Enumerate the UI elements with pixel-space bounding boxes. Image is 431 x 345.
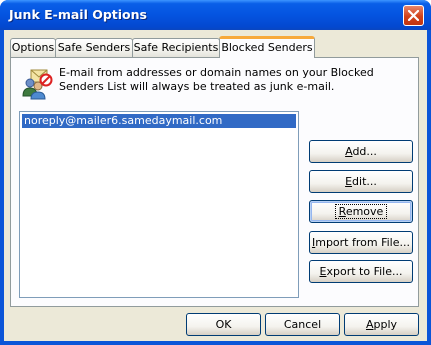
tab-blocked-senders[interactable]: Blocked Senders <box>219 36 315 58</box>
tab-label: Blocked Senders <box>221 41 313 54</box>
button-label: mport from File... <box>315 236 410 249</box>
close-icon <box>408 10 419 21</box>
blocked-senders-panel: E-mail from addresses or domain names on… <box>10 57 419 307</box>
accelerator-key: R <box>338 205 346 218</box>
tab-safe-recipients[interactable]: Safe Recipients <box>132 38 220 57</box>
tab-safe-senders[interactable]: Safe Senders <box>55 38 133 57</box>
dialog-client: Options Safe Senders Safe Recipients Blo… <box>4 30 427 341</box>
edit-button[interactable]: Edit... <box>309 170 413 193</box>
tab-options[interactable]: Options <box>10 38 56 57</box>
remove-button[interactable]: Remove <box>309 200 413 223</box>
add-button[interactable]: Add... <box>309 140 413 163</box>
export-to-file-button[interactable]: Export to File... <box>309 260 413 283</box>
title-bar[interactable]: Junk E-mail Options <box>0 0 431 30</box>
accelerator-key: E <box>345 175 353 188</box>
close-button[interactable] <box>403 5 424 26</box>
apply-button[interactable]: Apply <box>344 313 419 336</box>
tab-label: Options <box>11 41 55 54</box>
button-label: Cancel <box>283 318 322 331</box>
button-label: OK <box>215 318 232 331</box>
blocked-senders-description: E-mail from addresses or domain names on… <box>59 66 374 93</box>
button-label: pply <box>373 318 398 331</box>
accelerator-key: A <box>365 318 374 331</box>
ok-button[interactable]: OK <box>186 313 261 336</box>
button-label: xport to File... <box>326 265 403 278</box>
tab-label: Safe Recipients <box>133 41 219 54</box>
blocked-senders-icon <box>22 69 53 100</box>
import-from-file-button[interactable]: Import from File... <box>309 231 413 254</box>
tab-label: Safe Senders <box>57 41 131 54</box>
list-item[interactable]: noreply@mailer6.samedaymail.com <box>22 114 296 128</box>
button-label: emove <box>345 205 384 218</box>
button-label: dit... <box>352 175 377 188</box>
blocked-senders-list[interactable]: noreply@mailer6.samedaymail.com <box>19 111 299 298</box>
button-label: dd... <box>352 145 377 158</box>
focused-label: Remove <box>334 204 388 219</box>
window-title: Junk E-mail Options <box>9 7 147 22</box>
cancel-button[interactable]: Cancel <box>265 313 340 336</box>
dialog-window: Junk E-mail Options Options Safe Senders… <box>0 0 431 345</box>
